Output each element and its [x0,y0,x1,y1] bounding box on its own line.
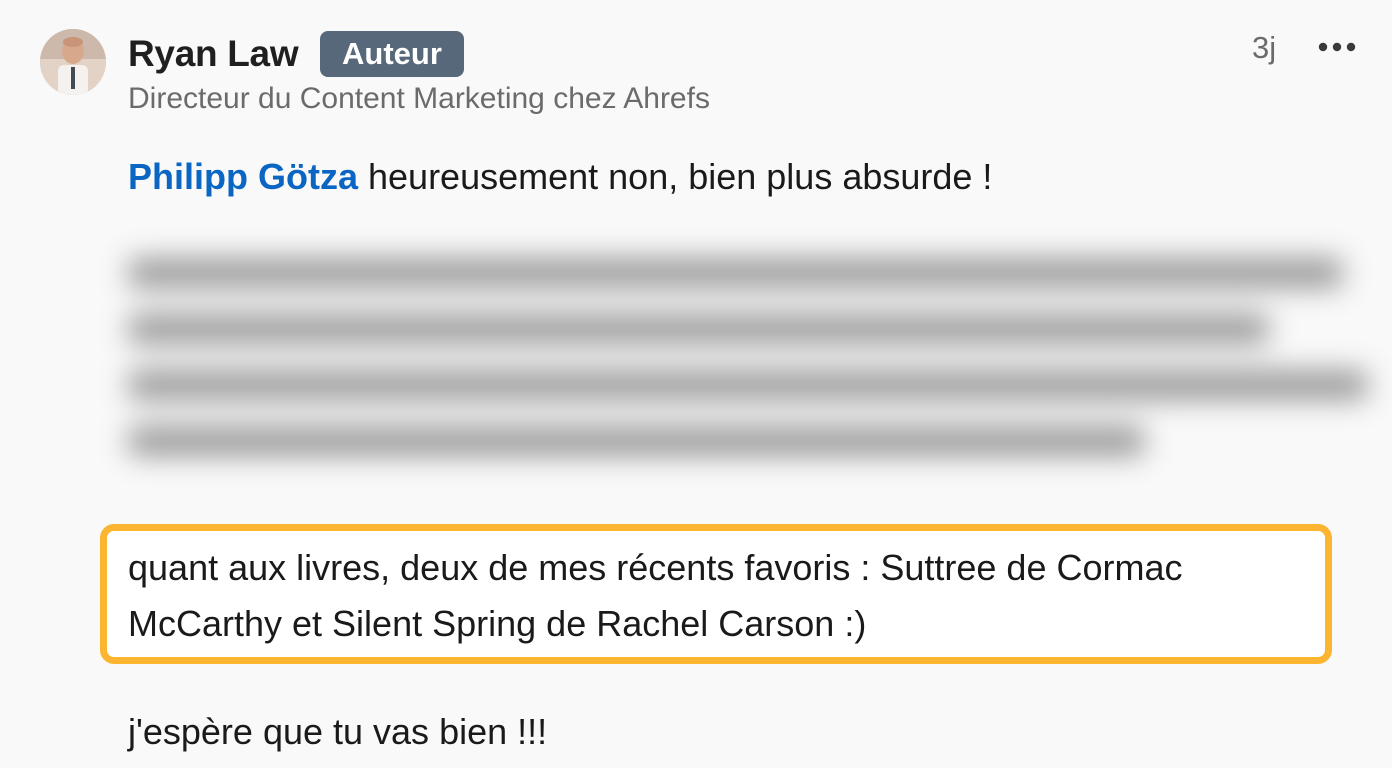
comment-card: Ryan Law Auteur Directeur du Content Mar… [0,0,1392,768]
author-avatar[interactable] [40,29,106,95]
more-options-icon[interactable] [1316,36,1358,58]
author-name[interactable]: Ryan Law [128,32,299,76]
author-badge: Auteur [320,31,464,77]
reply-text: heureusement non, bien plus absurde ! [358,156,993,197]
blurred-paragraph [128,258,1368,488]
author-headline: Directeur du Content Marketing chez Ahre… [128,82,710,115]
closing-paragraph: j'espère que tu vas bien !!! [128,711,548,752]
highlighted-paragraph: quant aux livres, deux de mes récents fa… [128,547,1183,644]
mention-link[interactable]: Philipp Götza [128,156,358,197]
reply-paragraph: Philipp Götza heureusement non, bien plu… [128,154,992,200]
comment-timestamp: 3j [1252,30,1277,65]
avatar-photo-icon [40,29,106,95]
